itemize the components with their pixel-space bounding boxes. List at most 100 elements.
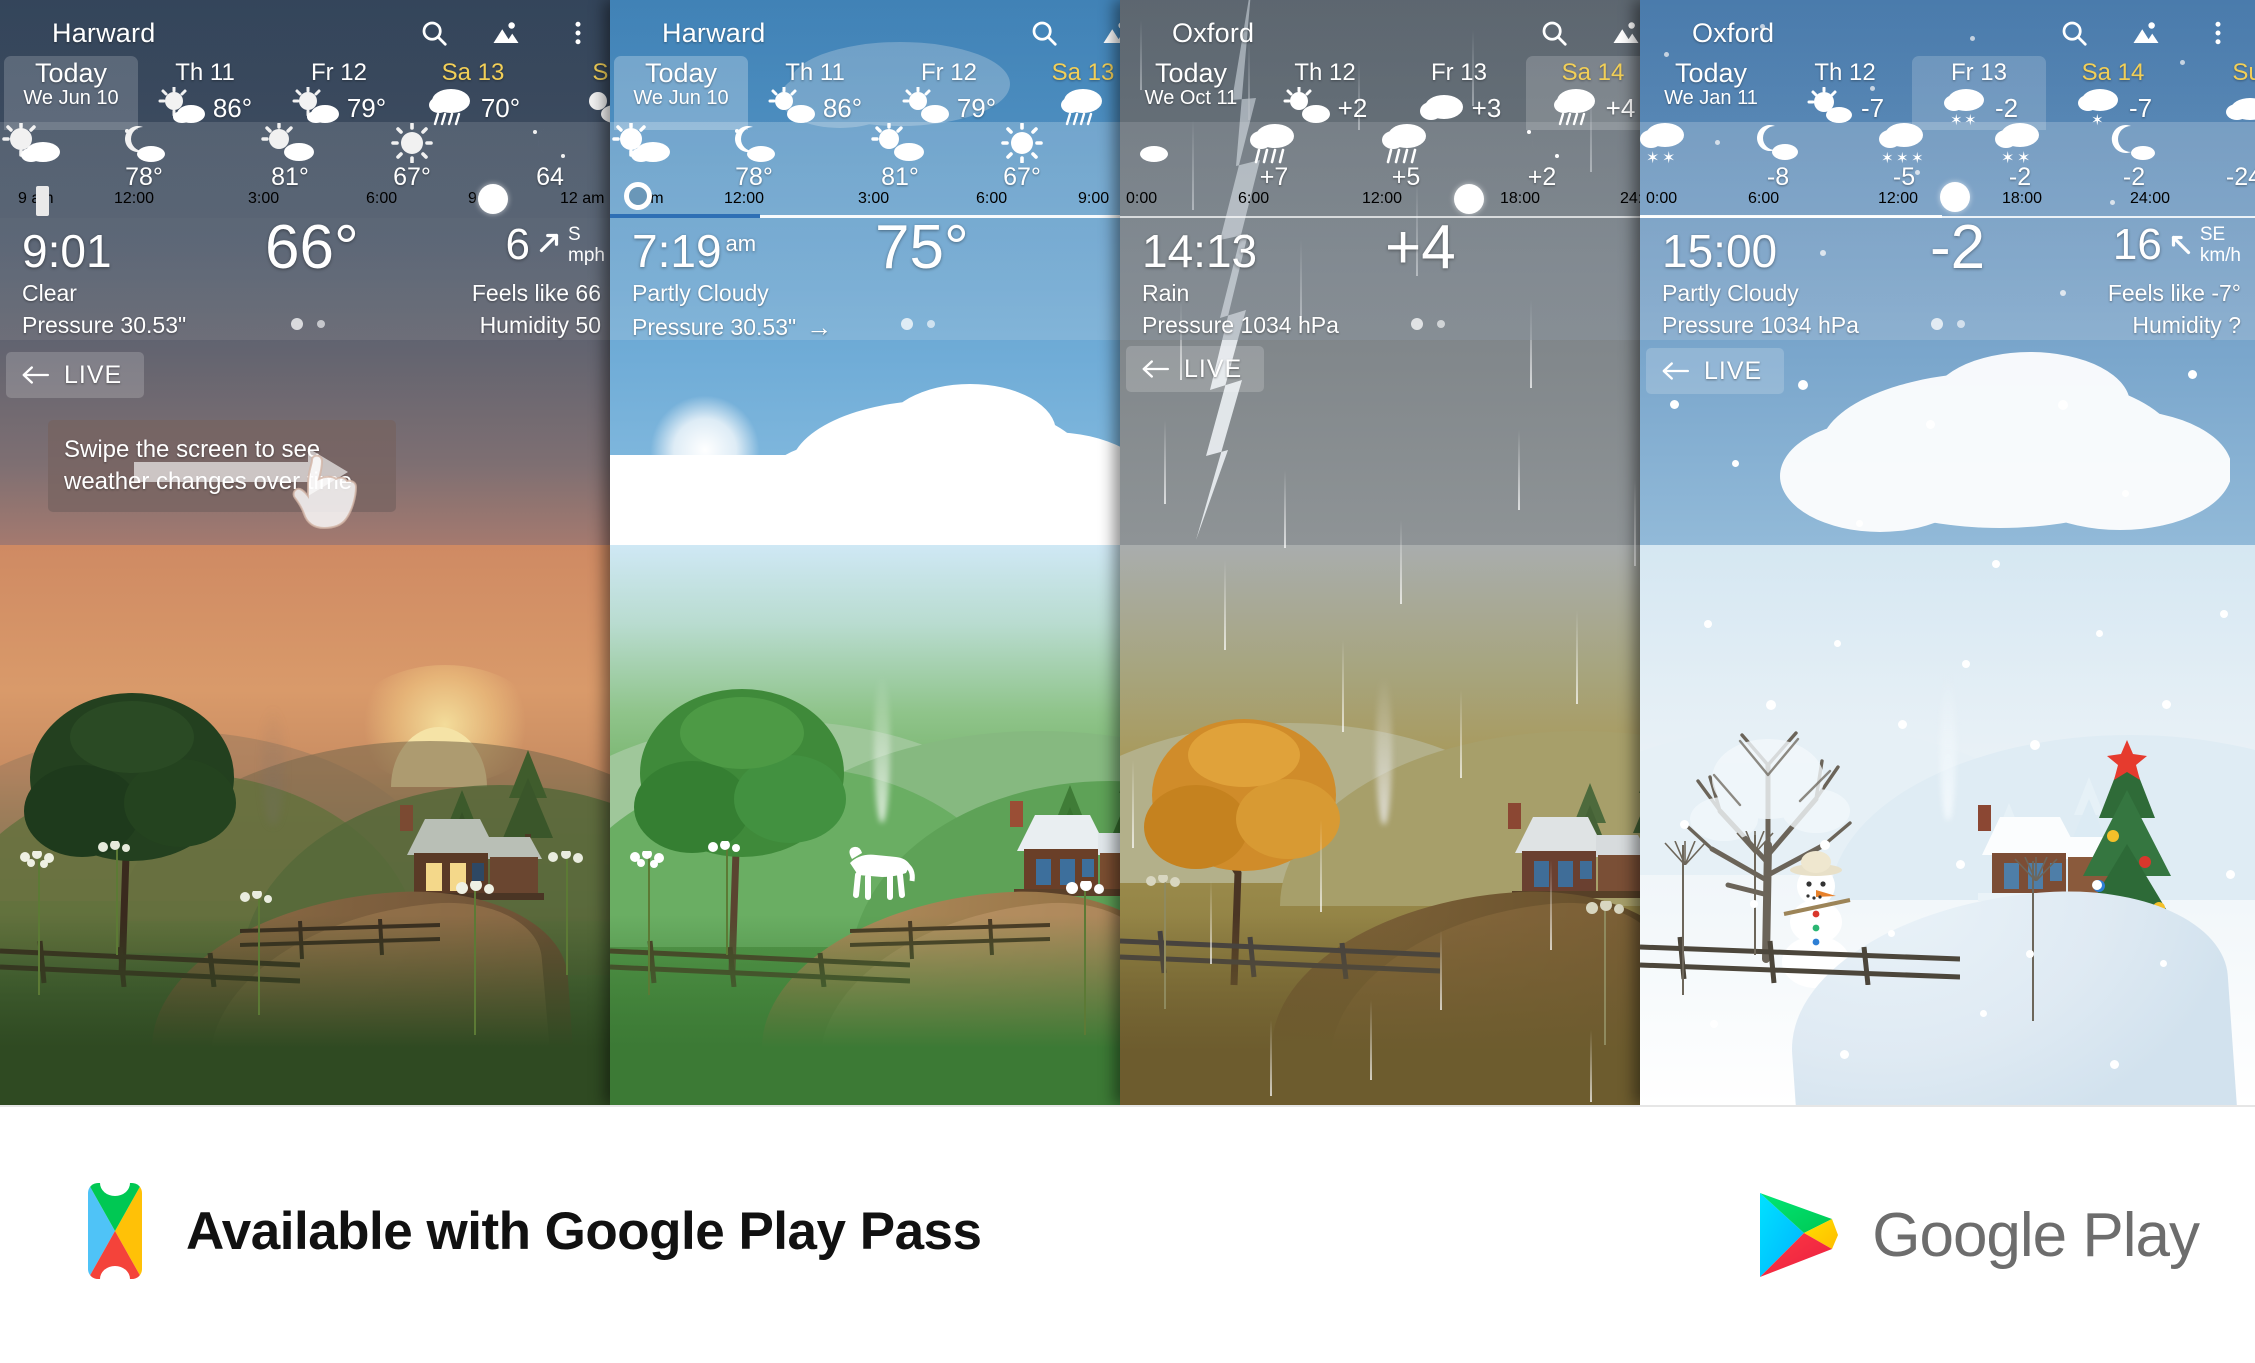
day-tab-today[interactable]: Today We Jan 11 [1644, 56, 1778, 130]
image-icon[interactable] [2131, 18, 2161, 48]
search-icon[interactable] [2059, 18, 2089, 48]
hour-label: 0:00 [1646, 190, 1678, 207]
day-tab-2[interactable]: Fr 12 79° [272, 56, 406, 130]
day-tab-3[interactable]: Sa 13 [1016, 56, 1122, 130]
day-temp: 86° [212, 92, 253, 123]
cloud-icon [1417, 87, 1467, 130]
more-vertical-icon[interactable] [563, 18, 593, 48]
live-button[interactable]: LIVE [1646, 348, 1785, 394]
app-bar: Harward [0, 0, 612, 66]
day-tab-3[interactable]: Sa 13 70° [406, 56, 540, 130]
snow-cloud-icon: ✶ [2074, 85, 2124, 132]
day-tab-3[interactable]: Sa 14 ✶ -7 [2046, 56, 2180, 130]
wind-readout: 16 SE km/h [2113, 222, 2241, 268]
footer-divider [0, 1105, 2255, 1107]
svg-text:✶: ✶ [1646, 150, 1659, 165]
hour-temp: -2 [2122, 163, 2146, 191]
arrow-left-icon [1142, 360, 1170, 378]
hourly-forecast-strip[interactable]: ✶✶ -8 ✶✶✶-5 ✶✶-2 -2 -24 0:00 6:00 12:00 … [1640, 122, 2255, 218]
hour-label: 12:00 [724, 190, 765, 207]
google-play-footer: Available with Google Play Pass Google P… [0, 1105, 2255, 1363]
hour-temp: 67° [393, 163, 431, 191]
live-button[interactable]: LIVE [1126, 346, 1265, 392]
app-screenshot-strip: Harward Today We Jun 10 Th 11 86° Fr 12 … [0, 0, 2255, 1105]
hour-label: 24:00 [1620, 190, 1642, 207]
moon-phase-marker[interactable] [1454, 184, 1484, 214]
hour-label: 6:00 [1748, 190, 1780, 207]
search-icon[interactable] [1539, 18, 1569, 48]
svg-text:✶: ✶ [1881, 150, 1894, 165]
day-tab-1[interactable]: Th 12 +2 [1258, 56, 1392, 130]
day-tab-today[interactable]: Today We Jun 10 [4, 56, 138, 130]
day-temp: +4 [1605, 92, 1636, 123]
search-icon[interactable] [419, 18, 449, 48]
day-tab-1[interactable]: Th 11 86° [748, 56, 882, 130]
day-tab-4[interactable]: Su [2180, 56, 2255, 130]
city-name[interactable]: Oxford [1692, 18, 1774, 49]
moon-phase-marker[interactable] [1940, 182, 1970, 212]
city-name[interactable]: Oxford [1172, 18, 1254, 49]
current-temperature: +4 [1385, 213, 1456, 282]
moon-phase-marker[interactable] [478, 184, 508, 214]
hour-label: 24:00 [2130, 190, 2171, 207]
search-icon[interactable] [1029, 18, 1059, 48]
day-tab-1[interactable]: Th 11 86° [138, 56, 272, 130]
wind-unit: km/h [2199, 245, 2241, 266]
play-pass-icon [84, 1183, 146, 1279]
page-dots[interactable] [900, 318, 935, 330]
city-name[interactable]: Harward [52, 18, 155, 49]
day-tab-2[interactable]: Fr 12 79° [882, 56, 1016, 130]
live-label: LIVE [64, 360, 123, 389]
sun-cloud-icon [902, 85, 952, 130]
live-label: LIVE [1704, 356, 1763, 385]
forecast-days-row: Today We Jun 10 Th 11 86° Fr 12 79° Sa 1… [0, 56, 612, 130]
wind-direction: S [568, 224, 581, 245]
weather-condition: Clear [22, 280, 77, 306]
hourly-forecast-strip[interactable]: 78° 81° 67° 64 9 am 12:00 3:00 6:00 9:00… [0, 122, 612, 218]
current-conditions-card[interactable]: 15:00 -2 16 SE km/h Partly Cloudy Pressu… [1640, 213, 2255, 340]
day-tab-2[interactable]: Fr 13 +3 [1392, 56, 1526, 130]
forecast-days-row: Today We Jan 11 Th 12 -7 Fr 13 ✶ ✶ -2 Sa 1… [1640, 56, 2255, 130]
app-bar: Oxford [1120, 0, 1642, 66]
image-icon[interactable] [1611, 18, 1641, 48]
weather-condition: Partly Cloudy [1662, 280, 1799, 306]
phone-screen-sunset: Harward Today We Jun 10 Th 11 86° Fr 12 … [0, 0, 612, 1105]
day-tab-3[interactable]: Sa 14 +4 [1526, 56, 1642, 130]
pressure-trend-icon: → [806, 312, 833, 342]
app-bar: Harward [610, 0, 1122, 66]
hour-label: 6:00 [366, 190, 398, 207]
day-tab-today[interactable]: Today We Jun 10 [614, 56, 748, 130]
app-bar: Oxford [1640, 0, 2255, 66]
day-tab-4[interactable]: Su [540, 56, 612, 130]
google-play-badge: Google Play [1756, 1189, 2200, 1281]
image-icon[interactable] [491, 18, 521, 48]
day-tab-2[interactable]: Fr 13 ✶ ✶ -2 [1912, 56, 2046, 130]
page-dots[interactable] [1930, 318, 1965, 330]
hourly-forecast-strip[interactable]: 78° 81° 67° 9 am 12:00 3:00 6:00 9:00 [610, 122, 1122, 218]
current-time: 14:13 [1142, 225, 1258, 277]
city-name[interactable]: Harward [662, 18, 765, 49]
current-conditions-card[interactable]: 14:13 +4 10 Rain Pressure 1034 hPa Feels… [1120, 213, 1642, 340]
screenshot-root: Harward Today We Jun 10 Th 11 86° Fr 12 … [0, 0, 2255, 1363]
page-dots[interactable] [290, 318, 325, 330]
hourly-forecast-strip[interactable]: +7 +5 +2 0:00 6:00 12:00 18:00 24:00 [1120, 122, 1642, 218]
pressure-readout: Pressure 1034 hPa [1662, 312, 1859, 338]
current-conditions-card[interactable]: 7:19 am 75° Partly Cloudy Pressure 30.53"… [610, 213, 1122, 342]
hour-label: 18:00 [1500, 190, 1541, 207]
svg-text:✶: ✶ [1662, 150, 1675, 165]
day-tab-1[interactable]: Th 12 -7 [1778, 56, 1912, 130]
pressure-readout: Pressure 1034 hPa [1142, 312, 1339, 338]
hour-label: 6:00 [1238, 190, 1270, 207]
day-temp: 79° [956, 92, 997, 123]
rain-cloud-icon [1058, 86, 1108, 131]
day-temp: 86° [822, 92, 863, 123]
image-icon[interactable] [1101, 18, 1122, 48]
more-vertical-icon[interactable] [2203, 18, 2233, 48]
weather-condition: Rain [1142, 280, 1190, 306]
day-tab-today[interactable]: Today We Oct 11 [1124, 56, 1258, 130]
current-conditions-card[interactable]: 9:01 66° 6 S mph Clear Pressure 30.53" F… [0, 213, 612, 340]
live-button[interactable]: LIVE [6, 352, 145, 398]
day-temp: -7 [1860, 92, 1885, 123]
page-dots[interactable] [1410, 318, 1445, 330]
sun-cloud-icon [292, 85, 342, 130]
